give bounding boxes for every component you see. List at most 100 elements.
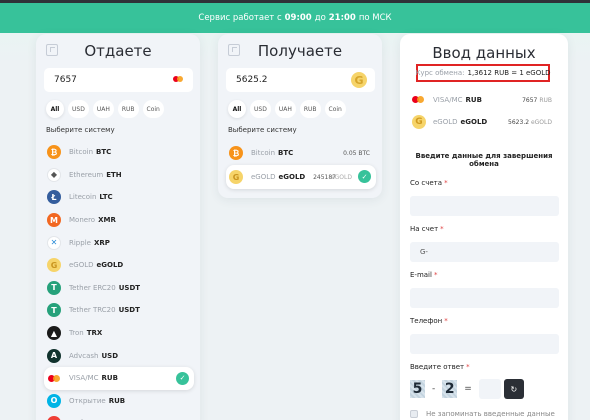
phone-input[interactable]: [410, 334, 559, 354]
from-account-label-text: Со счета: [410, 179, 443, 187]
filter-pill-uah[interactable]: UAH: [92, 100, 114, 118]
mastercard-icon: [173, 76, 183, 83]
to-account-input[interactable]: G-: [410, 242, 559, 262]
email-input[interactable]: [410, 288, 559, 308]
system-code: eGOLD: [96, 261, 124, 270]
captcha-equals: =: [464, 384, 472, 394]
captcha-digit-a: 5: [410, 380, 425, 398]
captcha-answer-input[interactable]: [478, 379, 501, 399]
ripple-icon: ✕: [47, 235, 61, 250]
field-label-from-account: Со счета *: [410, 179, 448, 187]
system-item-egold[interactable]: GeGOLD eGOLD 245187 eGOLD ✓: [226, 165, 376, 189]
working-hours-banner: Сервис работает с 09:00 до 21:00 по МСК: [0, 3, 590, 33]
egold-icon: G: [47, 258, 61, 273]
give-title: Отдаете: [84, 42, 152, 60]
system-item-usdt[interactable]: T Tether ERC20 USDT: [44, 277, 194, 300]
email-label-text: E-mail: [410, 271, 432, 279]
bitcoin-icon: ₿: [229, 146, 243, 160]
get-filter-pills: All USD UAH RUB Coin: [228, 100, 346, 118]
banner-prefix: Сервис работает с: [198, 13, 282, 23]
system-item-xmr[interactable]: M Monero XMR: [44, 209, 194, 232]
system-code: TRX: [86, 329, 103, 338]
get-title: Получаете: [257, 42, 343, 60]
give-filter-pills: All USD UAH RUB Coin: [46, 100, 164, 118]
get-system-list: ₿ Bitcoin BTC 0.05 BTC GeGOLD eGOLD 245187 eGOL…: [226, 141, 376, 189]
system-item-rub[interactable]: VISA/MC RUB ✓: [44, 366, 194, 390]
field-label-email: E-mail *: [410, 271, 437, 279]
phone-label-text: Телефон: [410, 317, 443, 325]
give-amount-value: 7657: [54, 75, 77, 85]
get-amount-input[interactable]: 5625.2 G: [226, 68, 375, 92]
system-item-usdt[interactable]: T Tether TRC20 USDT: [44, 299, 194, 322]
system-name: Открытие: [69, 396, 106, 405]
filter-pill-rub[interactable]: RUB: [299, 100, 321, 118]
banner-suffix: по МСК: [358, 13, 392, 23]
reserve-amount: 0.05 BTC: [343, 149, 370, 157]
give-amount-input[interactable]: 7657: [44, 68, 193, 92]
system-name: VISA/MC: [69, 374, 99, 383]
otkritie-icon: O: [47, 393, 61, 408]
remember-checkbox-row[interactable]: Не запоминать введенные данные: [410, 410, 555, 418]
system-code: USDT: [118, 306, 140, 315]
banner-middle: до: [314, 13, 326, 23]
system-code: RUB: [101, 374, 118, 383]
system-name: Bitcoin: [69, 148, 94, 157]
tether-icon: T: [47, 280, 61, 295]
system-item-usd[interactable]: PPerfect MoneyUSD: [44, 412, 194, 420]
give-value-number: 7657: [522, 96, 538, 104]
give-system-list: ₿ Bitcoin BTC ◆ Ethereum ETH Ł Litecoin LTC M Mone…: [44, 141, 194, 420]
data-entry-panel: Ввод данных Курс обмена: 1,3612 RUB = 1 …: [400, 34, 568, 420]
egold-icon: G: [412, 115, 426, 129]
filter-pill-rub[interactable]: RUB: [117, 100, 139, 118]
system-item-btc[interactable]: ₿ Bitcoin BTC 0.05 BTC: [226, 141, 376, 165]
from-account-input[interactable]: [410, 196, 559, 216]
refresh-captcha-button[interactable]: ↻: [503, 379, 524, 399]
system-item-xrp[interactable]: ✕ Ripple XRP: [44, 231, 194, 254]
system-code: BTC: [96, 148, 112, 157]
system-item-ltc[interactable]: Ł Litecoin LTC: [44, 186, 194, 209]
required-mark: *: [444, 317, 448, 325]
summary-give-row: VISA/MC RUB 7657 RUB: [412, 90, 552, 110]
filter-pill-uah[interactable]: UAH: [274, 100, 296, 118]
advcash-icon: A: [47, 348, 61, 363]
check-icon: ✓: [176, 371, 189, 385]
give-choose-label: Выберите систему: [46, 126, 115, 134]
system-name: Tron: [69, 329, 84, 338]
remember-label: Не запоминать введенные данные: [426, 410, 555, 418]
filter-pill-usd[interactable]: USD: [68, 100, 89, 118]
system-code: BTC: [278, 149, 294, 157]
captcha-label: Введите ответ *: [410, 363, 470, 371]
reserve-unit: eGOLD: [330, 173, 352, 181]
filter-pill-coin[interactable]: Coin: [324, 100, 346, 118]
system-item-eth[interactable]: ◆ Ethereum ETH: [44, 164, 194, 187]
filter-pill-all[interactable]: All: [228, 100, 246, 118]
system-code: ETH: [106, 170, 122, 179]
egold-icon: G: [229, 170, 243, 184]
captcha-digit-b: 2: [442, 380, 458, 398]
required-mark: *: [433, 271, 438, 279]
monero-icon: M: [47, 213, 61, 228]
system-item-btc[interactable]: ₿ Bitcoin BTC: [44, 141, 194, 164]
litecoin-icon: Ł: [47, 190, 61, 205]
system-item-egold[interactable]: GeGOLD eGOLD: [44, 254, 194, 277]
required-mark: *: [440, 225, 444, 233]
rate-label: Курс обмена:: [415, 69, 465, 77]
system-item-trx[interactable]: ▲ Tron TRX: [44, 322, 194, 345]
required-mark: *: [466, 363, 470, 371]
get-value-unit: eGOLD: [530, 118, 552, 126]
filter-pill-usd[interactable]: USD: [250, 100, 271, 118]
system-item-rub[interactable]: O Открытие RUB: [44, 390, 194, 413]
system-code: LTC: [99, 193, 113, 202]
system-name: eGOLD: [69, 261, 94, 270]
remember-checkbox[interactable]: [410, 410, 418, 418]
filter-pill-all[interactable]: All: [46, 100, 64, 118]
filter-pill-coin[interactable]: Coin: [142, 100, 164, 118]
captcha-label-text: Введите ответ: [410, 363, 465, 371]
summary-give-name: VISA/MC: [433, 96, 463, 104]
summary-get-code: eGOLD: [460, 118, 488, 126]
bitcoin-icon: ₿: [47, 145, 61, 160]
system-name: Ripple: [69, 238, 91, 247]
system-name: Litecoin: [69, 193, 97, 202]
system-item-usd[interactable]: A Advcash USD: [44, 344, 194, 367]
system-code: eGOLD: [278, 173, 306, 181]
